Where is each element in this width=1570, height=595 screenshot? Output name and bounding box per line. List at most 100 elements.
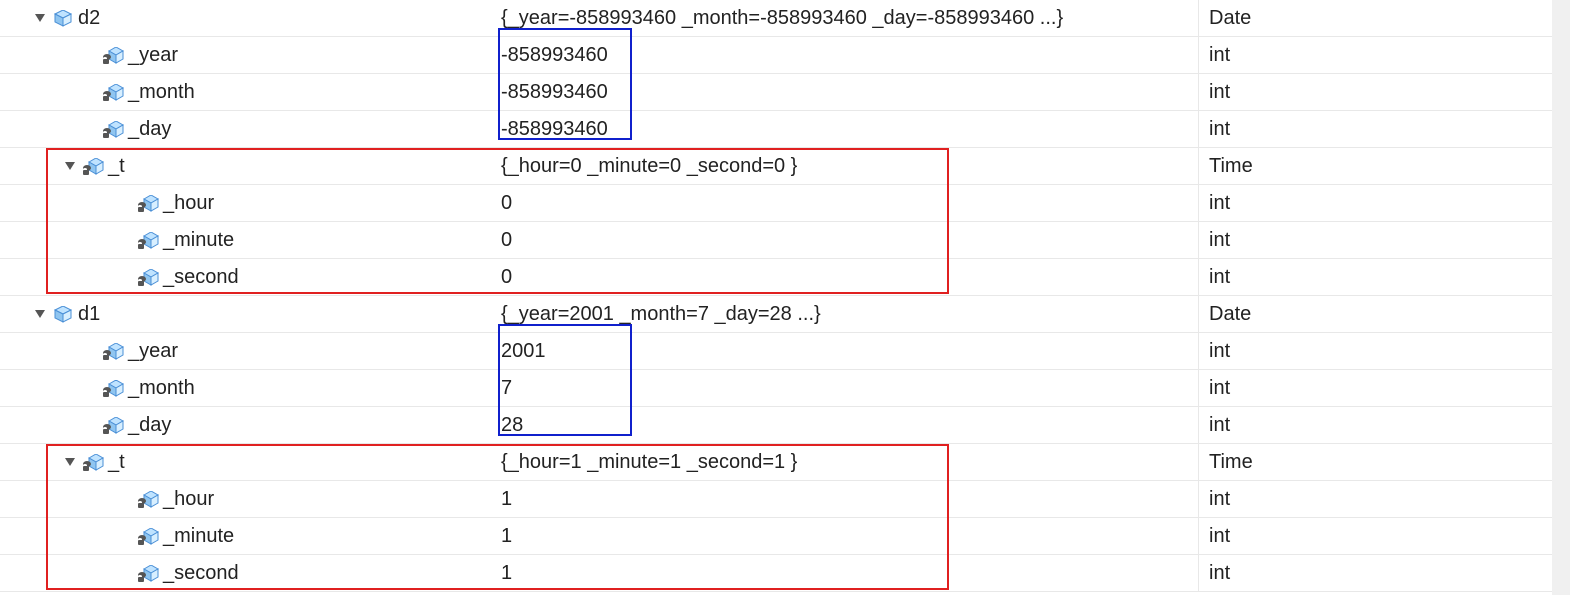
value-cell[interactable]: -858993460 xyxy=(495,111,1199,147)
private-field-icon xyxy=(135,195,161,212)
name-cell[interactable]: _month xyxy=(0,74,495,110)
private-field-icon xyxy=(135,565,161,582)
variable-name: _year xyxy=(128,340,178,363)
tree-row[interactable]: d2 {_year=-858993460 _month=-858993460 _d… xyxy=(0,0,1552,37)
name-cell[interactable]: _minute xyxy=(0,518,495,554)
name-cell[interactable]: _second xyxy=(0,259,495,295)
variable-type: int xyxy=(1209,266,1230,289)
variable-type: int xyxy=(1209,488,1230,511)
tree-row[interactable]: _year 2001 int xyxy=(0,333,1552,370)
variable-value: 7 xyxy=(501,377,512,400)
tree-row[interactable]: _hour 0 int xyxy=(0,185,1552,222)
value-cell[interactable]: -858993460 xyxy=(495,74,1199,110)
variable-type: Date xyxy=(1209,303,1251,326)
variable-value: {_year=2001 _month=7 _day=28 ...} xyxy=(501,303,821,326)
name-cell[interactable]: _t xyxy=(0,148,495,184)
tree-row[interactable]: _day 28 int xyxy=(0,407,1552,444)
type-cell: int xyxy=(1199,222,1552,258)
tree-row[interactable]: d1 {_year=2001 _month=7 _day=28 ...} Date xyxy=(0,296,1552,333)
name-cell[interactable]: _year xyxy=(0,37,495,73)
variable-value: 1 xyxy=(501,525,512,548)
name-cell[interactable]: d2 xyxy=(0,0,495,36)
variable-value: 2001 xyxy=(501,340,546,363)
tree-row[interactable]: _minute 1 int xyxy=(0,518,1552,555)
variable-value: 28 xyxy=(501,414,523,437)
tree-row[interactable]: _second 0 int xyxy=(0,259,1552,296)
private-field-icon xyxy=(100,343,126,360)
expander-icon[interactable] xyxy=(30,310,50,318)
type-cell: int xyxy=(1199,259,1552,295)
name-cell[interactable]: _hour xyxy=(0,481,495,517)
type-cell: Time xyxy=(1199,444,1552,480)
tree-row[interactable]: _year -858993460 int xyxy=(0,37,1552,74)
type-cell: Time xyxy=(1199,148,1552,184)
value-cell[interactable]: 0 xyxy=(495,185,1199,221)
variable-type: int xyxy=(1209,81,1230,104)
expander-icon[interactable] xyxy=(60,458,80,466)
watch-tree-grid[interactable]: d2 {_year=-858993460 _month=-858993460 _d… xyxy=(0,0,1552,595)
value-cell[interactable]: -858993460 xyxy=(495,37,1199,73)
type-cell: Date xyxy=(1199,296,1552,332)
variable-name: _minute xyxy=(163,229,234,252)
variable-name: _year xyxy=(128,44,178,67)
type-cell: int xyxy=(1199,518,1552,554)
tree-row[interactable]: _day-858993460int xyxy=(0,111,1552,148)
type-cell: int xyxy=(1199,333,1552,369)
variable-type: int xyxy=(1209,562,1230,585)
variable-value: -858993460 xyxy=(501,118,608,141)
variable-type: int xyxy=(1209,414,1230,437)
private-field-icon xyxy=(135,491,161,508)
value-cell[interactable]: 0 xyxy=(495,222,1199,258)
value-cell[interactable]: {_hour=1 _minute=1 _second=1 } xyxy=(495,444,1199,480)
value-cell[interactable]: 2001 xyxy=(495,333,1199,369)
variable-value: 0 xyxy=(501,266,512,289)
variable-value: -858993460 xyxy=(501,81,608,104)
value-cell[interactable]: 1 xyxy=(495,518,1199,554)
variable-name: _hour xyxy=(163,488,214,511)
value-cell[interactable]: {_year=2001 _month=7 _day=28 ...} xyxy=(495,296,1199,332)
variable-name: _minute xyxy=(163,525,234,548)
variable-type: int xyxy=(1209,377,1230,400)
variable-type: int xyxy=(1209,44,1230,67)
variable-value: 1 xyxy=(501,562,512,585)
variable-name: d1 xyxy=(78,303,100,326)
name-cell[interactable]: _t xyxy=(0,444,495,480)
variable-value: {_hour=1 _minute=1 _second=1 } xyxy=(501,451,797,474)
variable-name: _second xyxy=(163,562,239,585)
value-cell[interactable]: 1 xyxy=(495,481,1199,517)
tree-row[interactable]: _t {_hour=0 _minute=0 _second=0 } Time xyxy=(0,148,1552,185)
name-cell[interactable]: _day xyxy=(0,407,495,443)
tree-row[interactable]: _minute 0 int xyxy=(0,222,1552,259)
class-icon xyxy=(50,306,76,323)
type-cell: int xyxy=(1199,407,1552,443)
variable-value: {_year=-858993460 _month=-858993460 _day… xyxy=(501,7,1063,30)
name-cell[interactable]: _year xyxy=(0,333,495,369)
name-cell[interactable]: _minute xyxy=(0,222,495,258)
name-cell[interactable]: _second xyxy=(0,555,495,591)
tree-row[interactable]: _second 1 int xyxy=(0,555,1552,592)
value-cell[interactable]: 1 xyxy=(495,555,1199,591)
tree-row[interactable]: _month 7 int xyxy=(0,370,1552,407)
variable-value: 0 xyxy=(501,192,512,215)
name-cell[interactable]: _day xyxy=(0,111,495,147)
variable-value: 0 xyxy=(501,229,512,252)
name-cell[interactable]: d1 xyxy=(0,296,495,332)
value-cell[interactable]: {_hour=0 _minute=0 _second=0 } xyxy=(495,148,1199,184)
private-field-icon xyxy=(135,528,161,545)
value-cell[interactable]: 7 xyxy=(495,370,1199,406)
expander-icon[interactable] xyxy=(30,14,50,22)
variable-name: d2 xyxy=(78,7,100,30)
tree-row[interactable]: _month -858993460 int xyxy=(0,74,1552,111)
name-cell[interactable]: _month xyxy=(0,370,495,406)
vertical-scrollbar[interactable] xyxy=(1552,0,1570,595)
value-cell[interactable]: {_year=-858993460 _month=-858993460 _day… xyxy=(495,0,1199,36)
value-cell[interactable]: 0 xyxy=(495,259,1199,295)
tree-row[interactable]: _t {_hour=1 _minute=1 _second=1 } Time xyxy=(0,444,1552,481)
name-cell[interactable]: _hour xyxy=(0,185,495,221)
variable-name: _month xyxy=(128,81,195,104)
tree-row[interactable]: _hour 1 int xyxy=(0,481,1552,518)
variable-type: int xyxy=(1209,192,1230,215)
expander-icon[interactable] xyxy=(60,162,80,170)
variable-value: {_hour=0 _minute=0 _second=0 } xyxy=(501,155,797,178)
value-cell[interactable]: 28 xyxy=(495,407,1199,443)
